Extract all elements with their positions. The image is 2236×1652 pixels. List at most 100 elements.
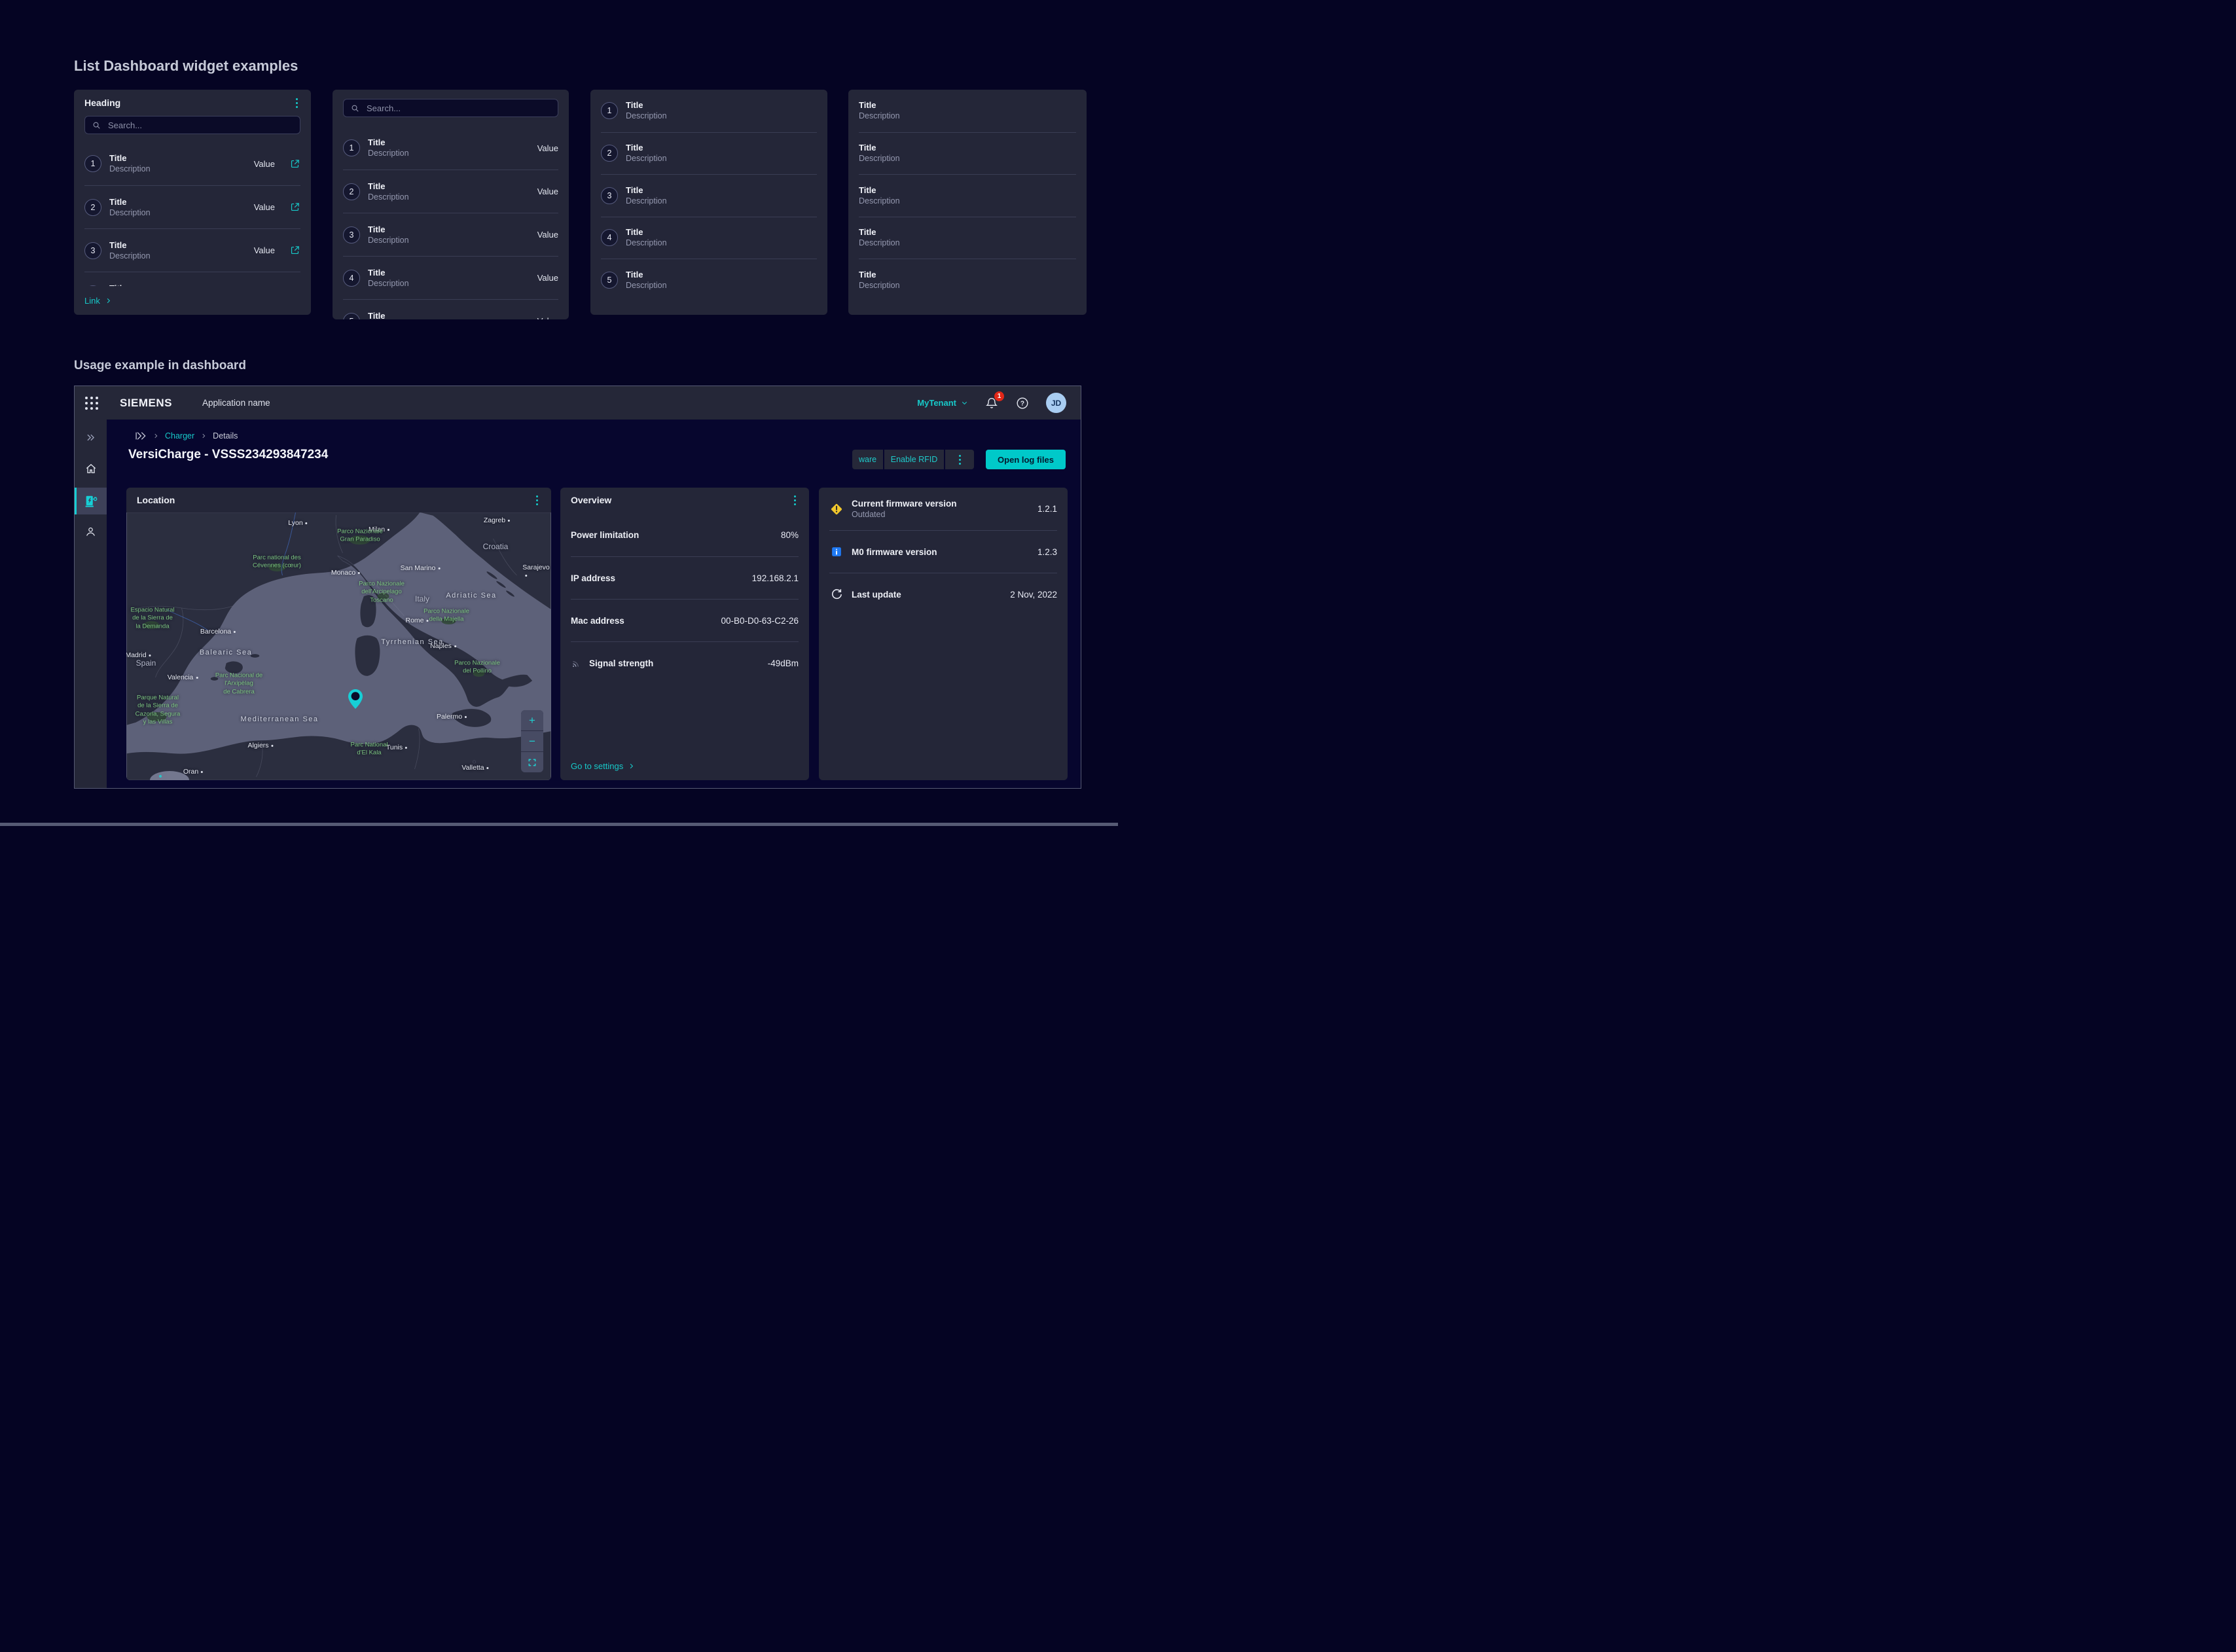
- item-number-badge: 2: [601, 145, 618, 162]
- double-chevron-right-icon: [85, 432, 96, 443]
- location-title: Location: [137, 495, 175, 505]
- list-item[interactable]: 2 Title Description: [601, 132, 817, 175]
- item-title: Title: [368, 137, 524, 148]
- list-item[interactable]: 1 Title Description: [601, 90, 817, 132]
- map[interactable]: LyonMilanZagrebMonacoSan MarinoSarajevoB…: [126, 512, 551, 780]
- location-panel: Location: [126, 488, 551, 780]
- list-item[interactable]: 1 Title Description Value: [343, 126, 558, 170]
- item-number-badge: 1: [84, 155, 101, 172]
- tenant-selector[interactable]: MyTenant: [917, 398, 968, 408]
- more-actions-button[interactable]: [945, 450, 974, 469]
- chevron-right-icon: [105, 297, 112, 304]
- item-value: Value: [254, 245, 275, 255]
- item-title: Title: [859, 269, 1076, 280]
- list-item[interactable]: Title Description: [859, 217, 1076, 259]
- item-title: Title: [626, 269, 817, 280]
- overview-row-mac: Mac address 00-B0-D0-63-C2-26: [571, 599, 799, 641]
- kebab-menu-icon[interactable]: [532, 495, 542, 505]
- item-description: Description: [859, 111, 1076, 122]
- sidebar-expand-button[interactable]: [75, 424, 107, 450]
- list-item[interactable]: 5 Title Description: [601, 259, 817, 301]
- item-description: Description: [368, 278, 524, 289]
- external-link-icon[interactable]: [289, 158, 300, 170]
- item-number-badge: 4: [601, 229, 618, 246]
- widget-link[interactable]: Link: [84, 296, 100, 306]
- external-link-icon[interactable]: [289, 202, 300, 213]
- widget-list: Title Description Title Description Titl…: [859, 90, 1076, 315]
- search-input[interactable]: [365, 103, 551, 114]
- sidebar-item-charger-active[interactable]: [75, 488, 107, 514]
- refresh-icon: [829, 587, 844, 602]
- row-value: 1.2.3: [1037, 547, 1057, 557]
- breadcrumb-details: Details: [213, 431, 238, 440]
- item-number-badge: 3: [84, 242, 101, 259]
- signal-strength-icon: [571, 657, 583, 669]
- list-widget-numbered: 1 Title Description 2 Title Description: [590, 90, 827, 315]
- list-item[interactable]: 3 Title Description Value: [84, 228, 300, 272]
- item-title: Title: [109, 153, 241, 164]
- firmware-panel: Current firmware version Outdated 1.2.1 …: [819, 488, 1068, 780]
- list-item[interactable]: 5 Title Description Value: [343, 299, 558, 319]
- sidebar-item-users[interactable]: [75, 518, 107, 545]
- fullscreen-button[interactable]: [521, 752, 543, 772]
- list-item[interactable]: Title Description: [859, 259, 1076, 301]
- notification-badge: 1: [994, 391, 1004, 401]
- enable-rfid-button[interactable]: Enable RFID: [884, 450, 944, 469]
- row-value: 80%: [781, 530, 799, 540]
- item-title: Title: [368, 267, 524, 278]
- breadcrumb: Charger Details: [135, 431, 238, 440]
- notifications-button[interactable]: 1: [984, 396, 999, 410]
- zoom-out-button[interactable]: −: [521, 731, 543, 751]
- list-item[interactable]: 3 Title Description Value: [343, 213, 558, 256]
- list-widget-plain: Title Description Title Description Titl…: [848, 90, 1087, 315]
- item-value: Value: [254, 202, 275, 212]
- user-avatar[interactable]: JD: [1046, 393, 1066, 413]
- item-number-badge: 5: [343, 313, 360, 320]
- sidebar-item-home[interactable]: [75, 456, 107, 482]
- breadcrumb-charger[interactable]: Charger: [165, 431, 194, 440]
- list-item[interactable]: 1 Title Description Value: [84, 142, 300, 185]
- kebab-menu-icon[interactable]: [291, 98, 302, 108]
- chevron-right-icon: [628, 763, 635, 770]
- breadcrumb-root-icon[interactable]: [135, 431, 147, 440]
- list-item[interactable]: 2 Title Description Value: [343, 170, 558, 213]
- widget-footer: Link: [74, 286, 311, 315]
- list-item[interactable]: 3 Title Description: [601, 174, 817, 217]
- update-firmware-button-clipped[interactable]: ware: [852, 450, 883, 469]
- help-button[interactable]: ?: [1015, 396, 1030, 410]
- widget-list: 1 Title Description 2 Title Description: [601, 90, 817, 315]
- item-number-badge: 1: [343, 139, 360, 156]
- search-input[interactable]: [107, 120, 293, 131]
- app-launcher-icon[interactable]: [85, 397, 98, 410]
- item-value: Value: [537, 187, 558, 196]
- list-widget-heading-search-value: Heading 1 Title Description Value: [74, 90, 311, 315]
- row-title: M0 firmware version: [852, 547, 1024, 558]
- list-item[interactable]: Title Description: [859, 174, 1076, 217]
- item-title: Title: [859, 185, 1076, 196]
- list-item[interactable]: Title Description: [859, 132, 1076, 175]
- list-item[interactable]: 2 Title Description Value: [84, 185, 300, 228]
- item-number-badge: 3: [343, 226, 360, 243]
- dashboard-frame: SIEMENS Application name MyTenant 1 ? JD: [74, 386, 1081, 789]
- row-label: Mac address: [571, 616, 624, 626]
- list-item[interactable]: Title Description: [859, 90, 1076, 132]
- external-link-icon[interactable]: [289, 245, 300, 256]
- item-description: Description: [626, 153, 817, 164]
- item-number-badge: 1: [601, 102, 618, 119]
- search-input-wrap: [84, 116, 300, 134]
- help-icon: ?: [1015, 396, 1030, 410]
- kebab-menu-icon[interactable]: [789, 495, 800, 505]
- list-item[interactable]: 4 Title Description Value: [343, 256, 558, 299]
- item-description: Description: [859, 196, 1076, 207]
- search-icon: [350, 103, 360, 113]
- item-description: Description: [109, 251, 241, 262]
- zoom-in-button[interactable]: +: [521, 710, 543, 730]
- svg-text:?: ?: [1020, 400, 1024, 407]
- list-item[interactable]: 4 Title Description Value: [84, 272, 300, 286]
- widget-heading: Heading: [84, 98, 120, 108]
- item-description: Description: [368, 192, 524, 203]
- open-log-files-button[interactable]: Open log files: [986, 450, 1066, 469]
- list-item[interactable]: 4 Title Description: [601, 217, 817, 259]
- chevron-down-icon: [961, 399, 968, 406]
- go-to-settings-link[interactable]: Go to settings: [571, 761, 635, 771]
